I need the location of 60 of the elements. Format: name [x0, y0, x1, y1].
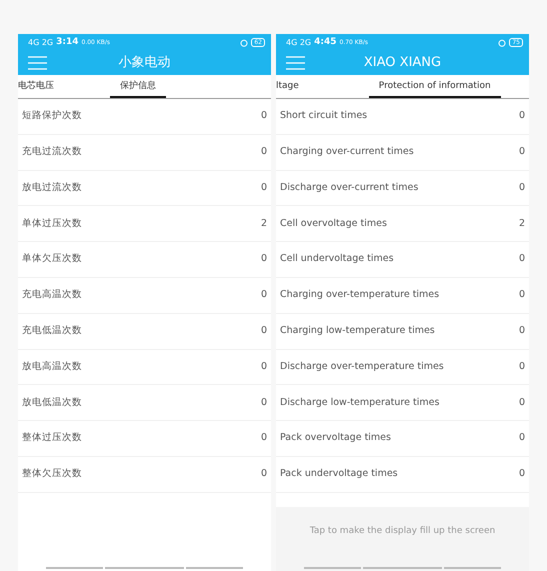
- row-label: Short circuit times: [280, 109, 368, 124]
- row-value: 0: [518, 288, 525, 302]
- row-value: 0: [260, 431, 267, 446]
- row-value: 0: [518, 252, 525, 266]
- menu-icon[interactable]: [28, 56, 47, 70]
- row-value: 0: [260, 109, 267, 124]
- scroll-indicator: [46, 567, 103, 569]
- status-time: 3:14: [56, 36, 79, 49]
- row-label: Cell undervoltage times: [280, 252, 394, 266]
- row-label: 充电高温次数: [22, 288, 82, 302]
- row-value: 0: [518, 431, 525, 446]
- network-indicator: 4G 2G: [28, 36, 54, 48]
- row-label: Discharge over-temperature times: [280, 360, 444, 374]
- app-title: XIAO XIANG: [364, 54, 442, 72]
- row-label: 充电过流次数: [22, 145, 82, 160]
- row-label: Charging over-current times: [280, 145, 414, 160]
- row-label: Discharge over-current times: [280, 180, 418, 195]
- row-label: 放电高温次数: [22, 360, 82, 374]
- row-value: 0: [260, 396, 267, 410]
- scroll-indicator: [444, 567, 501, 569]
- row-value: 0: [260, 324, 267, 338]
- row-value: 0: [260, 145, 267, 160]
- row-label: Charging over-temperature times: [280, 288, 440, 302]
- row-label: 整体过压次数: [22, 431, 82, 446]
- status-time: 4:45: [314, 36, 337, 49]
- row-value: 0: [518, 324, 525, 338]
- row-value: 0: [260, 180, 267, 195]
- row-value: 2: [260, 216, 267, 231]
- row-value: 2: [518, 216, 525, 231]
- row-value: 0: [260, 252, 267, 266]
- row-label: 单体过压次数: [22, 216, 82, 231]
- row-label: 放电低温次数: [22, 396, 82, 410]
- app-title: 小象电动: [118, 54, 170, 72]
- row-value: 0: [518, 360, 525, 374]
- tab[interactable]: Protection of information: [368, 80, 501, 98]
- row-value: 0: [518, 109, 525, 124]
- row-value: 0: [260, 360, 267, 374]
- row-value: 0: [518, 467, 525, 482]
- row-label: 单体欠压次数: [22, 252, 82, 266]
- network-indicator: 4G 2G: [286, 36, 312, 48]
- row-label: 充电低温次数: [22, 324, 82, 338]
- tab[interactable]: 电芯电压: [18, 80, 60, 98]
- tab[interactable]: ltage: [276, 80, 305, 98]
- row-label: Pack undervoltage times: [280, 467, 398, 482]
- menu-icon[interactable]: [286, 56, 305, 70]
- row-value: 0: [518, 396, 525, 410]
- row-label: 短路保护次数: [22, 109, 82, 124]
- row-label: Cell overvoltage times: [280, 216, 387, 231]
- row-label: 整体欠压次数: [22, 467, 82, 482]
- scroll-indicator: [304, 567, 361, 569]
- row-value: 0: [260, 467, 267, 482]
- row-label: 放电过流次数: [22, 180, 82, 195]
- row-value: 0: [260, 288, 267, 302]
- tab[interactable]: 保护信息: [110, 80, 166, 98]
- row-label: Charging low-temperature times: [280, 324, 435, 338]
- row-value: 0: [518, 145, 525, 160]
- row-value: 0: [518, 180, 525, 195]
- row-label: Discharge low-temperature times: [280, 396, 440, 410]
- row-label: Pack overvoltage times: [280, 431, 391, 446]
- scroll-indicator: [186, 567, 243, 569]
